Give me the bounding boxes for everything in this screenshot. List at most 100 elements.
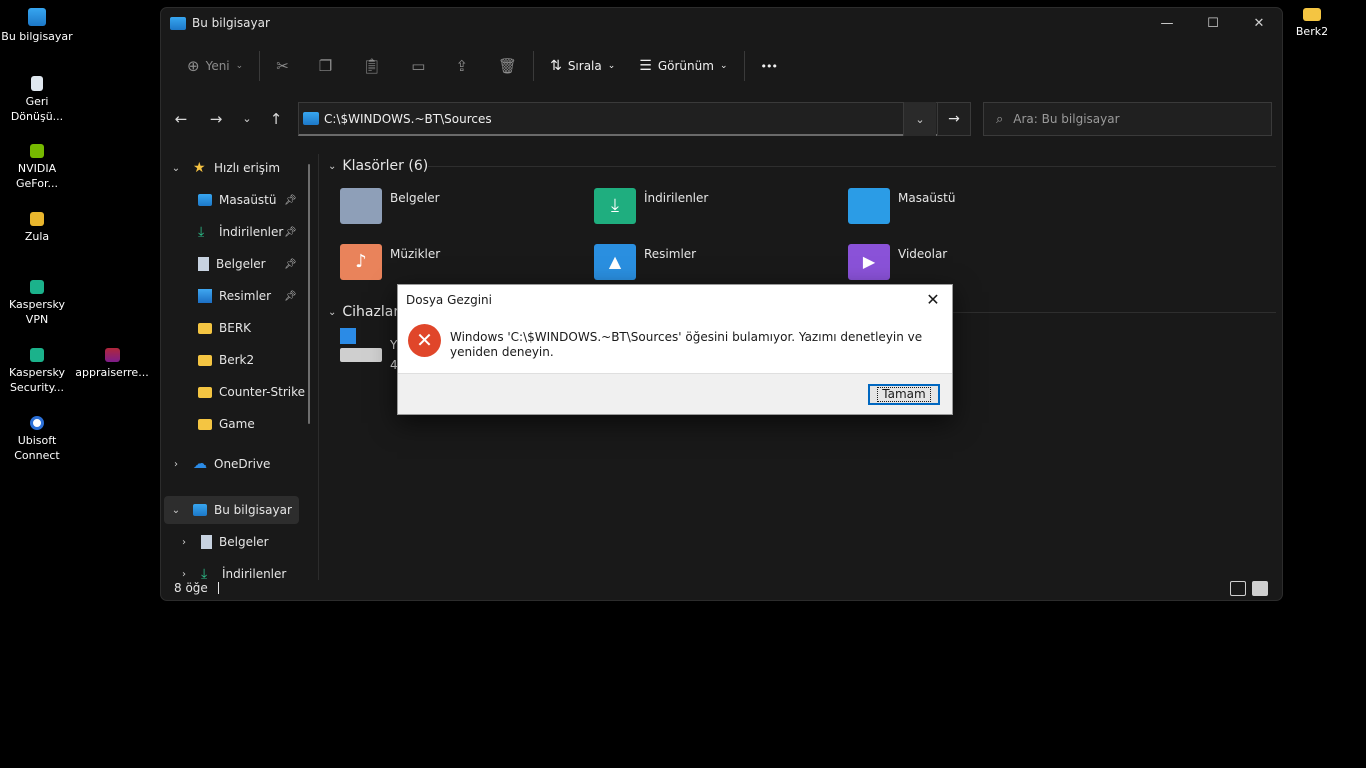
- desktop-icon-kaspersky-vpn[interactable]: Kaspersky VPN: [0, 280, 74, 327]
- desktop-icon-this-pc[interactable]: Bu bilgisayar: [0, 8, 74, 44]
- share-button[interactable]: ⇪: [447, 50, 476, 82]
- kaspersky-security-icon: [30, 348, 44, 362]
- paste-button[interactable]: 📋︎: [354, 50, 389, 82]
- minimize-button[interactable]: —: [1144, 8, 1190, 38]
- devices-group-title: Cihazlar: [342, 304, 400, 320]
- devices-group-header[interactable]: ⌄ Cihazlar: [328, 302, 399, 322]
- details-view-icon[interactable]: [1230, 581, 1246, 596]
- close-button[interactable]: ✕: [1236, 8, 1282, 38]
- address-dropdown-button[interactable]: ⌄: [903, 102, 936, 136]
- sidebar-item-downloads[interactable]: ⤓ İndirilenler 📌︎: [198, 218, 310, 246]
- command-bar: ⊕ Yeni ⌄ ✂ ❐ 📋︎ ▭ ⇪ 🗑︎ ⇅ Sırala ⌄ ☰ Görü…: [161, 46, 1282, 86]
- navigation-pane: ⌄ ★ Hızlı erişim Masaüstü 📌︎ ⤓ İndirilen…: [161, 154, 313, 581]
- drive-item-local-disk[interactable]: Y: [340, 328, 397, 368]
- desktop-icon-label: Zula: [24, 230, 50, 243]
- folder-icon: [198, 322, 212, 334]
- sidebar-item-pictures[interactable]: Resimler 📌︎: [198, 282, 310, 310]
- folder-item-music[interactable]: ♪ Müzikler: [340, 244, 440, 284]
- sidebar-item-label: Game: [219, 417, 255, 431]
- chevron-right-icon: ›: [182, 536, 186, 548]
- sidebar-item-label: Resimler: [219, 289, 272, 303]
- sidebar-item-label: BERK: [219, 321, 252, 335]
- desktop-icon-label: Bu bilgisayar: [1, 30, 73, 43]
- desktop-icon-label: Kaspersky Security...: [9, 366, 65, 394]
- sidebar-item-label: OneDrive: [214, 457, 271, 471]
- folder-item-documents[interactable]: Belgeler: [340, 188, 440, 228]
- rename-button[interactable]: ▭: [403, 50, 433, 82]
- title-bar: Bu bilgisayar: [161, 8, 1282, 38]
- pictures-icon: [198, 289, 212, 303]
- sidebar-item-game[interactable]: Game: [198, 410, 255, 438]
- window-controls: — ☐ ✕: [1144, 8, 1282, 38]
- desktop-icon-nvidia[interactable]: NVIDIA GeFor...: [0, 144, 74, 191]
- music-folder-icon: ♪: [340, 244, 382, 280]
- sidebar-item-berk2[interactable]: Berk2: [198, 346, 254, 374]
- sidebar-item-desktop[interactable]: Masaüstü 📌︎: [198, 186, 310, 214]
- large-icons-view-icon[interactable]: [1252, 581, 1268, 596]
- recent-locations-chevron-icon[interactable]: ⌄: [235, 108, 259, 130]
- sidebar-item-documents[interactable]: Belgeler 📌︎: [198, 250, 310, 278]
- delete-button[interactable]: 🗑︎: [490, 50, 525, 82]
- more-options-button[interactable]: •••: [753, 50, 785, 82]
- folder-item-pictures[interactable]: ▲ Resimler: [594, 244, 696, 284]
- folder-item-desktop[interactable]: Masaüstü: [848, 188, 955, 228]
- ok-button[interactable]: Tamam: [868, 384, 940, 405]
- this-pc-icon: [193, 504, 207, 516]
- sidebar-item-label: Bu bilgisayar: [214, 503, 292, 517]
- back-arrow-icon[interactable]: ←: [169, 108, 193, 130]
- cut-button[interactable]: ✂: [268, 50, 297, 82]
- search-input[interactable]: ⌕ Ara: Bu bilgisayar: [983, 102, 1272, 136]
- ellipsis-icon: •••: [760, 59, 778, 73]
- sidebar-item-onedrive[interactable]: › ☁ OneDrive: [169, 450, 270, 478]
- desktop-icon-label: appraiserre...: [75, 366, 149, 379]
- sidebar-item-label: Masaüstü: [219, 193, 277, 207]
- copy-button[interactable]: ❐: [311, 50, 340, 82]
- dialog-footer: Tamam: [398, 373, 952, 414]
- folder-item-videos[interactable]: ▶ Videolar: [848, 244, 947, 284]
- forward-arrow-icon[interactable]: →: [204, 108, 228, 130]
- new-button[interactable]: ⊕ Yeni ⌄: [179, 50, 251, 82]
- address-path: C:\$WINDOWS.~BT\Sources: [324, 111, 492, 126]
- view-button[interactable]: ☰ Görünüm ⌄: [631, 50, 735, 82]
- sidebar-item-label: Counter-Strike: [219, 385, 306, 399]
- desktop-icon-recycle-bin[interactable]: Geri Dönüşü...: [0, 76, 74, 124]
- videos-folder-icon: ▶: [848, 244, 890, 280]
- sidebar-item-berk[interactable]: BERK: [198, 314, 251, 342]
- view-button-label: Görünüm: [657, 59, 714, 73]
- cloud-icon: ☁: [193, 456, 207, 472]
- sidebar-item-counter-strike[interactable]: Counter-Strike: [198, 378, 305, 406]
- folder-item-downloads[interactable]: ⤓ İndirilenler: [594, 188, 708, 228]
- status-separator: [217, 582, 219, 594]
- folder-icon: [1303, 8, 1321, 21]
- chevron-right-icon: ›: [174, 458, 178, 470]
- group-divider: [428, 166, 1276, 167]
- maximize-button[interactable]: ☐: [1190, 8, 1236, 38]
- folders-group-title: Klasörler (6): [342, 158, 429, 174]
- folders-group-header[interactable]: ⌄ Klasörler (6): [328, 156, 428, 176]
- arrow-right-icon: →: [948, 111, 960, 127]
- sidebar-item-quick-access[interactable]: ⌄ ★ Hızlı erişim: [169, 154, 280, 182]
- desktop-icon-berk2[interactable]: Berk2: [1275, 8, 1349, 39]
- folder-icon: [198, 418, 212, 430]
- pin-icon: 📌︎: [284, 290, 297, 302]
- folder-icon: [198, 354, 212, 366]
- desktop-icon-appraiser[interactable]: appraiserre...: [75, 348, 149, 380]
- sort-button[interactable]: ⇅ Sırala ⌄: [542, 50, 623, 82]
- item-count: 8 öğe: [174, 581, 208, 595]
- sort-arrows-icon: ⇅: [550, 58, 562, 74]
- sidebar-item-pc-documents[interactable]: › Belgeler: [177, 528, 269, 556]
- address-bar[interactable]: C:\$WINDOWS.~BT\Sources: [298, 102, 971, 136]
- status-bar: 8 öğe: [161, 576, 1282, 600]
- desktop-icon-kaspersky-security[interactable]: Kaspersky Security...: [0, 348, 74, 395]
- dialog-close-icon[interactable]: ✕: [920, 289, 946, 311]
- sidebar-item-this-pc[interactable]: ⌄ Bu bilgisayar: [164, 496, 299, 524]
- this-pc-icon: [170, 16, 186, 30]
- desktop-icon-ubisoft[interactable]: Ubisoft Connect: [0, 416, 74, 463]
- sidebar-scrollbar[interactable]: [308, 164, 310, 424]
- go-button[interactable]: →: [937, 102, 971, 136]
- desktop-icon-zula[interactable]: Zula: [0, 212, 74, 244]
- chevron-down-icon: ⌄: [235, 61, 244, 71]
- sidebar-item-label: Hızlı erişim: [214, 161, 281, 175]
- up-arrow-icon[interactable]: ↑: [264, 108, 288, 130]
- share-icon: ⇪: [455, 57, 469, 75]
